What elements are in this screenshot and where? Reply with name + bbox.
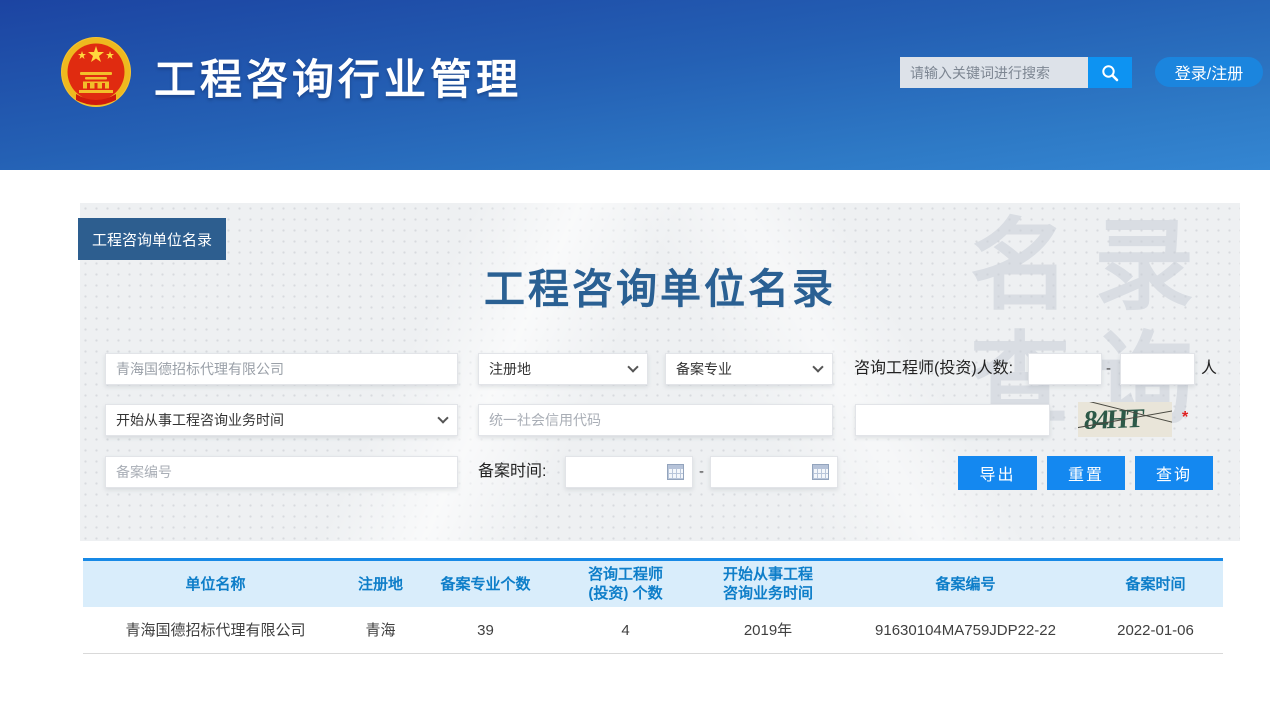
start-business-time-select-value: 开始从事工程咨询业务时间: [116, 410, 284, 430]
start-business-time-select[interactable]: 开始从事工程咨询业务时间: [105, 404, 458, 436]
company-name-input[interactable]: [105, 353, 458, 385]
export-button[interactable]: 导出: [958, 456, 1037, 490]
query-button[interactable]: 查询: [1135, 456, 1213, 490]
credit-code-input[interactable]: [478, 404, 833, 436]
chevron-down-icon: [437, 412, 448, 423]
range-dash: -: [1106, 353, 1111, 385]
col-header-record-number: 备案编号: [843, 561, 1088, 607]
table-row[interactable]: 青海国德招标代理有限公司 青海 39 4 2019年 91630104MA759…: [83, 607, 1223, 654]
record-time-start-datepicker[interactable]: [565, 456, 693, 488]
table-header-row: 单位名称 注册地 备案专业个数 咨询工程师 (投资) 个数 开始从事工程 咨询业…: [83, 561, 1223, 607]
cell-record-number: 91630104MA759JDP22-22: [843, 607, 1088, 653]
record-major-select[interactable]: 备案专业: [665, 353, 833, 385]
cell-registered-place: 青海: [348, 607, 413, 653]
tab-directory[interactable]: 工程咨询单位名录: [78, 218, 226, 260]
chevron-down-icon: [627, 361, 638, 372]
registered-place-select-value: 注册地: [489, 359, 531, 379]
header-search: [900, 57, 1132, 88]
calendar-icon: [812, 464, 829, 480]
engineer-count-min-input[interactable]: [1028, 353, 1102, 385]
captcha-input[interactable]: [855, 404, 1050, 436]
engineer-count-max-input[interactable]: [1120, 353, 1195, 385]
cell-major-count: 39: [413, 607, 558, 653]
col-header-unit-name: 单位名称: [83, 561, 348, 607]
col-header-registered-place: 注册地: [348, 561, 413, 607]
query-panel: 名录 查询 工程咨询单位名录 工程咨询单位名录 注册地 备案专业 咨询工程师(投…: [80, 203, 1240, 541]
site-header: 工程咨询行业管理 登录/注册: [0, 0, 1270, 170]
calendar-icon: [667, 464, 684, 480]
range-dash: -: [699, 456, 704, 488]
person-unit-label: 人: [1201, 353, 1217, 385]
col-header-major-count: 备案专业个数: [413, 561, 558, 607]
col-header-start-time: 开始从事工程 咨询业务时间: [693, 561, 843, 607]
results-table: 单位名称 注册地 备案专业个数 咨询工程师 (投资) 个数 开始从事工程 咨询业…: [83, 558, 1223, 654]
registered-place-select[interactable]: 注册地: [478, 353, 648, 385]
site-title: 工程咨询行业管理: [154, 46, 522, 107]
national-emblem-icon: [60, 36, 132, 108]
chevron-down-icon: [812, 361, 823, 372]
record-time-label: 备案时间:: [478, 456, 546, 488]
required-asterisk: *: [1182, 409, 1188, 427]
record-time-end-datepicker[interactable]: [710, 456, 838, 488]
engineer-count-label: 咨询工程师(投资)人数:: [854, 353, 1013, 385]
page-root: 工程咨询行业管理 登录/注册 名录 查询 工程咨询单位名录 工程咨询单位名录 注…: [0, 0, 1270, 725]
cell-start-time: 2019年: [693, 607, 843, 653]
search-icon: [1100, 63, 1120, 83]
col-header-engineer-count: 咨询工程师 (投资) 个数: [558, 561, 693, 607]
login-register-button[interactable]: 登录/注册: [1155, 57, 1263, 87]
cell-engineer-count: 4: [558, 607, 693, 653]
cell-unit-name: 青海国德招标代理有限公司: [83, 607, 348, 653]
header-search-button[interactable]: [1088, 57, 1132, 88]
record-number-input[interactable]: [105, 456, 458, 488]
captcha-image[interactable]: 84HT: [1078, 402, 1172, 437]
cell-record-time: 2022-01-06: [1088, 607, 1223, 653]
page-title: 工程咨询单位名录: [80, 255, 1240, 315]
record-major-select-value: 备案专业: [676, 359, 732, 379]
col-header-record-time: 备案时间: [1088, 561, 1223, 607]
header-search-input[interactable]: [900, 57, 1088, 88]
reset-button[interactable]: 重置: [1047, 456, 1125, 490]
